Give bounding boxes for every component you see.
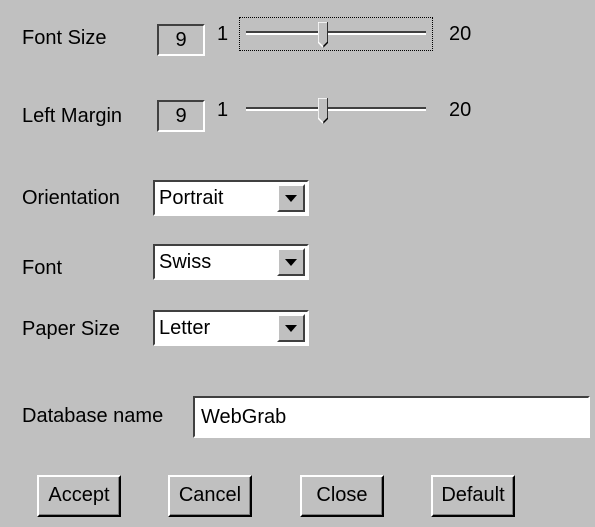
font-size-value-box: 9	[157, 24, 205, 56]
chevron-down-icon[interactable]	[277, 248, 305, 276]
font-size-max-label: 20	[449, 23, 472, 45]
chevron-down-icon[interactable]	[277, 184, 305, 212]
chevron-down-icon[interactable]	[277, 314, 305, 342]
orientation-label: Orientation	[22, 187, 120, 209]
font-size-slider-track	[246, 31, 426, 35]
left-margin-slider[interactable]	[240, 94, 432, 126]
font-selected: Swiss	[159, 251, 212, 273]
paper-size-label: Paper Size	[22, 318, 120, 340]
font-size-label: Font Size	[22, 27, 107, 49]
left-margin-label: Left Margin	[22, 105, 123, 127]
close-button[interactable]: Close	[300, 475, 384, 517]
slider-thumb-icon[interactable]	[317, 98, 328, 124]
paper-size-selected: Letter	[159, 317, 211, 339]
default-button[interactable]: Default	[431, 475, 515, 517]
paper-size-dropdown[interactable]: Letter	[153, 310, 309, 346]
left-margin-slider-track	[246, 107, 426, 111]
orientation-dropdown[interactable]: Portrait	[153, 180, 309, 216]
orientation-selected: Portrait	[159, 187, 224, 209]
font-dropdown[interactable]: Swiss	[153, 244, 309, 280]
left-margin-max-label: 20	[449, 99, 472, 121]
font-label: Font	[22, 257, 63, 279]
accept-button[interactable]: Accept	[37, 475, 121, 517]
left-margin-value-box: 9	[157, 100, 205, 132]
left-margin-min-label: 1	[217, 99, 229, 121]
slider-thumb-icon[interactable]	[317, 22, 328, 48]
cancel-button[interactable]: Cancel	[168, 475, 252, 517]
database-name-label: Database name	[22, 405, 164, 427]
font-size-min-label: 1	[217, 23, 229, 45]
database-name-input[interactable]	[193, 396, 590, 438]
font-size-slider[interactable]	[239, 17, 433, 51]
